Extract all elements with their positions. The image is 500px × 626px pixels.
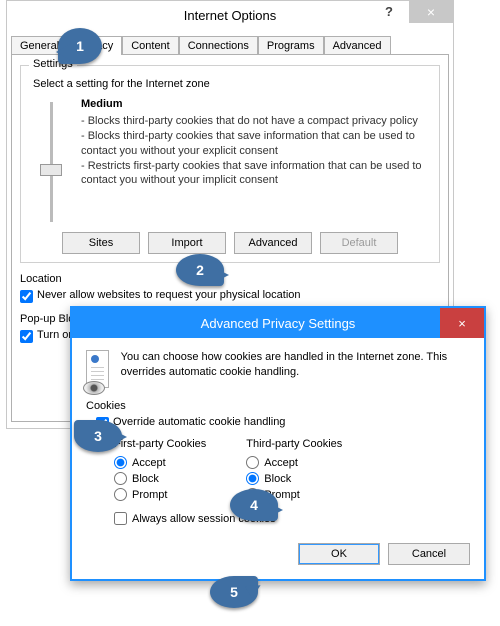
- close-button[interactable]: ×: [409, 1, 453, 23]
- io-titlebar: Internet Options ? ×: [7, 1, 453, 31]
- help-button[interactable]: ?: [371, 1, 407, 23]
- annotation-5: 5: [210, 576, 258, 608]
- first-party-prompt-text: Prompt: [132, 489, 167, 501]
- level-description: Medium - Blocks third-party cookies that…: [81, 98, 431, 222]
- settings-button-row: Sites Import Advanced Default: [29, 232, 431, 254]
- first-party-accept-text: Accept: [132, 457, 166, 469]
- never-allow-location-checkbox[interactable]: Never allow websites to request your phy…: [20, 289, 440, 303]
- default-button: Default: [320, 232, 398, 254]
- first-party-cookies-group: First-party Cookies Accept Block Prompt: [114, 438, 206, 504]
- tab-programs[interactable]: Programs: [258, 36, 324, 55]
- privacy-level-slider[interactable]: [29, 98, 73, 222]
- never-allow-location-text: Never allow websites to request your phy…: [37, 289, 301, 301]
- always-allow-session-checkbox[interactable]: Always allow session cookies: [114, 512, 470, 525]
- aps-intro: You can choose how cookies are handled i…: [121, 350, 470, 380]
- annotation-1: 1: [58, 28, 102, 64]
- annotation-3: 3: [74, 420, 122, 452]
- aps-title: Advanced Privacy Settings: [201, 316, 356, 331]
- third-party-block-radio[interactable]: Block: [246, 472, 342, 485]
- first-party-accept-input[interactable]: [114, 456, 127, 469]
- always-allow-session-input[interactable]: [114, 512, 127, 525]
- aps-close-button[interactable]: ×: [440, 308, 484, 338]
- eye-icon: [83, 381, 105, 395]
- override-cookie-handling-checkbox[interactable]: Override automatic cookie handling: [96, 416, 470, 430]
- third-party-accept-radio[interactable]: Accept: [246, 456, 342, 469]
- third-party-block-text: Block: [264, 473, 291, 485]
- level-bullet-1: - Blocks third-party cookies that do not…: [81, 114, 431, 129]
- first-party-accept-radio[interactable]: Accept: [114, 456, 206, 469]
- level-bullet-3: - Restricts first-party cookies that sav…: [81, 159, 431, 189]
- override-cookie-handling-text: Override automatic cookie handling: [113, 416, 285, 428]
- settings-group: Settings Select a setting for the Intern…: [20, 65, 440, 263]
- cookies-section-label: Cookies: [86, 400, 470, 412]
- level-bullet-2: - Blocks third-party cookies that save i…: [81, 129, 431, 159]
- slider-thumb[interactable]: [40, 164, 62, 176]
- ok-button[interactable]: OK: [298, 543, 380, 565]
- privacy-doc-icon: [86, 350, 109, 388]
- never-allow-location-input[interactable]: [20, 290, 33, 303]
- third-party-block-input[interactable]: [246, 472, 259, 485]
- zone-prompt: Select a setting for the Internet zone: [33, 78, 431, 90]
- annotation-2: 2: [176, 254, 224, 286]
- sites-button[interactable]: Sites: [62, 232, 140, 254]
- advanced-button[interactable]: Advanced: [234, 232, 312, 254]
- third-party-accept-input[interactable]: [246, 456, 259, 469]
- import-button[interactable]: Import: [148, 232, 226, 254]
- tab-content[interactable]: Content: [122, 36, 179, 55]
- popup-input[interactable]: [20, 330, 33, 343]
- first-party-block-input[interactable]: [114, 472, 127, 485]
- cancel-button[interactable]: Cancel: [388, 543, 470, 565]
- first-party-block-text: Block: [132, 473, 159, 485]
- annotation-4: 4: [230, 489, 278, 521]
- tab-connections[interactable]: Connections: [179, 36, 258, 55]
- third-party-accept-text: Accept: [264, 457, 298, 469]
- third-party-label: Third-party Cookies: [246, 438, 342, 450]
- first-party-prompt-input[interactable]: [114, 488, 127, 501]
- first-party-prompt-radio[interactable]: Prompt: [114, 488, 206, 501]
- first-party-block-radio[interactable]: Block: [114, 472, 206, 485]
- aps-button-row: OK Cancel: [86, 543, 470, 565]
- tab-advanced[interactable]: Advanced: [324, 36, 391, 55]
- aps-titlebar: Advanced Privacy Settings ×: [72, 308, 484, 338]
- level-name: Medium: [81, 98, 431, 110]
